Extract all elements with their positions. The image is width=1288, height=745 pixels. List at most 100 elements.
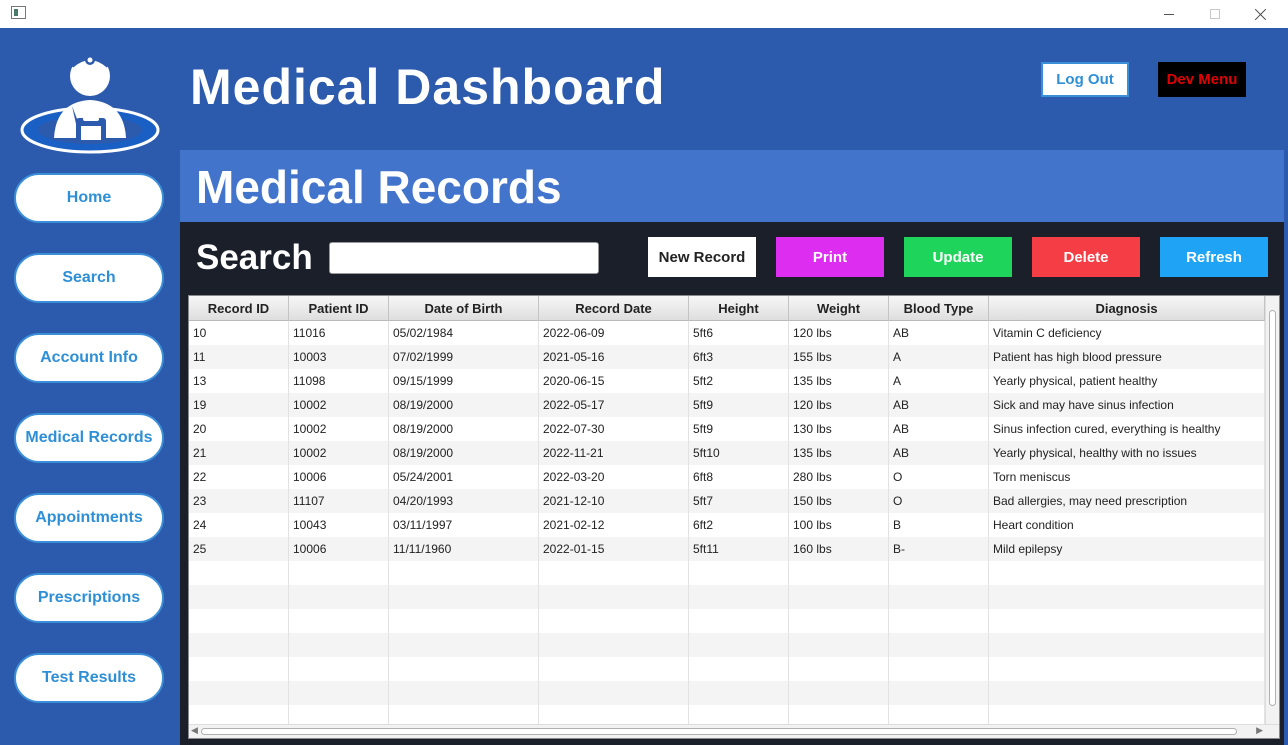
column-header-height[interactable]: Height	[689, 296, 789, 321]
table-row[interactable]: 20 10002 08/19/2000 2022-07-30 5ft9 130 lbs AB…	[189, 417, 1265, 441]
table-cell	[989, 633, 1265, 657]
table-row[interactable]: 13 11098 09/15/1999 2020-06-15 5ft2 135 lbs A Y…	[189, 369, 1265, 393]
column-header-weight[interactable]: Weight	[789, 296, 889, 321]
table-row[interactable]	[189, 681, 1265, 705]
column-header-record-id[interactable]: Record ID	[189, 296, 289, 321]
table-cell: 10003	[289, 345, 389, 369]
table-cell	[989, 585, 1265, 609]
nav-medical-records-button[interactable]: Medical Records	[14, 413, 164, 463]
table-body: 10 11016 05/02/1984 2022-06-09 5ft6 120 lbs AB…	[189, 321, 1265, 729]
nav-prescriptions-button[interactable]: Prescriptions	[14, 573, 164, 623]
table-cell: 11016	[289, 321, 389, 345]
table-cell	[889, 681, 989, 705]
table-cell: O	[889, 465, 989, 489]
page-title: Medical Records	[196, 161, 562, 213]
horizontal-scrollbar[interactable]: ◀ ▶	[189, 724, 1279, 738]
scroll-right-arrow-icon[interactable]: ▶	[1256, 726, 1263, 736]
table-cell: 08/19/2000	[389, 441, 539, 465]
table-cell: 10002	[289, 441, 389, 465]
table-cell	[789, 633, 889, 657]
search-input[interactable]	[329, 242, 599, 274]
table-row[interactable]: 22 10006 05/24/2001 2022-03-20 6ft8 280 lbs O T…	[189, 465, 1265, 489]
table-cell	[389, 657, 539, 681]
table-cell: Heart condition	[989, 513, 1265, 537]
table-row[interactable]: 25 10006 11/11/1960 2022-01-15 5ft11 160 lbs B…	[189, 537, 1265, 561]
table-cell: 120 lbs	[789, 321, 889, 345]
table-row[interactable]	[189, 657, 1265, 681]
table-cell	[189, 633, 289, 657]
table-cell: 10002	[289, 393, 389, 417]
table-row[interactable]	[189, 609, 1265, 633]
refresh-button[interactable]: Refresh	[1160, 237, 1268, 277]
table-cell	[689, 609, 789, 633]
print-button[interactable]: Print	[776, 237, 884, 277]
nav-account-info-button[interactable]: Account Info	[14, 333, 164, 383]
table-cell: 19	[189, 393, 289, 417]
minimize-button[interactable]	[1146, 0, 1192, 28]
nav-home-button[interactable]: Home	[14, 173, 164, 223]
table-cell: 24	[189, 513, 289, 537]
table-cell: 10043	[289, 513, 389, 537]
column-header-patient-id[interactable]: Patient ID	[289, 296, 389, 321]
maximize-button[interactable]	[1192, 0, 1238, 28]
search-label: Search	[196, 238, 313, 277]
vertical-scrollbar[interactable]	[1265, 296, 1279, 724]
table-row[interactable]	[189, 633, 1265, 657]
table-row[interactable]: 21 10002 08/19/2000 2022-11-21 5ft10 135 lbs A…	[189, 441, 1265, 465]
nav-test-results-button[interactable]: Test Results	[14, 653, 164, 703]
table-cell: A	[889, 345, 989, 369]
column-header-blood-type[interactable]: Blood Type	[889, 296, 989, 321]
table-cell	[289, 561, 389, 585]
table-cell: 05/02/1984	[389, 321, 539, 345]
table-row[interactable]: 24 10043 03/11/1997 2021-02-12 6ft2 100 lbs B H…	[189, 513, 1265, 537]
table-cell: 10006	[289, 537, 389, 561]
table-row[interactable]	[189, 561, 1265, 585]
table-cell	[889, 657, 989, 681]
table-cell: Yearly physical, patient healthy	[989, 369, 1265, 393]
table-cell: Sick and may have sinus infection	[989, 393, 1265, 417]
table-cell	[689, 657, 789, 681]
scroll-left-arrow-icon[interactable]: ◀	[191, 726, 198, 736]
table-cell	[189, 609, 289, 633]
table-cell	[689, 681, 789, 705]
table-cell: Sinus infection cured, everything is hea…	[989, 417, 1265, 441]
close-icon	[1255, 8, 1267, 20]
table-cell	[389, 681, 539, 705]
table-cell: AB	[889, 393, 989, 417]
table-cell: 07/02/1999	[389, 345, 539, 369]
table-row[interactable]: 19 10002 08/19/2000 2022-05-17 5ft9 120 lbs AB…	[189, 393, 1265, 417]
table-row[interactable]	[189, 585, 1265, 609]
table-cell: 6ft3	[689, 345, 789, 369]
table-cell	[289, 609, 389, 633]
nav-appointments-button[interactable]: Appointments	[14, 493, 164, 543]
table-row[interactable]: 23 11107 04/20/1993 2021-12-10 5ft7 150 lbs O B…	[189, 489, 1265, 513]
close-window-button[interactable]	[1238, 0, 1284, 28]
column-header-diagnosis[interactable]: Diagnosis	[989, 296, 1265, 321]
table-cell: 2021-12-10	[539, 489, 689, 513]
table-cell	[889, 633, 989, 657]
table-cell: AB	[889, 321, 989, 345]
vertical-scroll-thumb[interactable]	[1269, 310, 1276, 706]
table-cell: Patient has high blood pressure	[989, 345, 1265, 369]
table-cell	[289, 681, 389, 705]
table-row[interactable]: 10 11016 05/02/1984 2022-06-09 5ft6 120 lbs AB…	[189, 321, 1265, 345]
dev-menu-button[interactable]: Dev Menu	[1158, 62, 1246, 97]
update-button[interactable]: Update	[904, 237, 1012, 277]
delete-button[interactable]: Delete	[1032, 237, 1140, 277]
table-cell	[889, 609, 989, 633]
new-record-button[interactable]: New Record	[648, 237, 756, 277]
table-cell: 2022-05-17	[539, 393, 689, 417]
table-cell: 160 lbs	[789, 537, 889, 561]
table-cell: 2021-02-12	[539, 513, 689, 537]
table-row[interactable]: 11 10003 07/02/1999 2021-05-16 6ft3 155 lbs A P…	[189, 345, 1265, 369]
table-cell: 2022-06-09	[539, 321, 689, 345]
table-cell: B-	[889, 537, 989, 561]
horizontal-scroll-thumb[interactable]	[201, 728, 1237, 735]
log-out-button[interactable]: Log Out	[1041, 62, 1129, 97]
column-header-record-date[interactable]: Record Date	[539, 296, 689, 321]
nav-search-button[interactable]: Search	[14, 253, 164, 303]
table-cell	[189, 561, 289, 585]
table-cell: 11098	[289, 369, 389, 393]
table-cell	[539, 633, 689, 657]
column-header-date-of-birth[interactable]: Date of Birth	[389, 296, 539, 321]
